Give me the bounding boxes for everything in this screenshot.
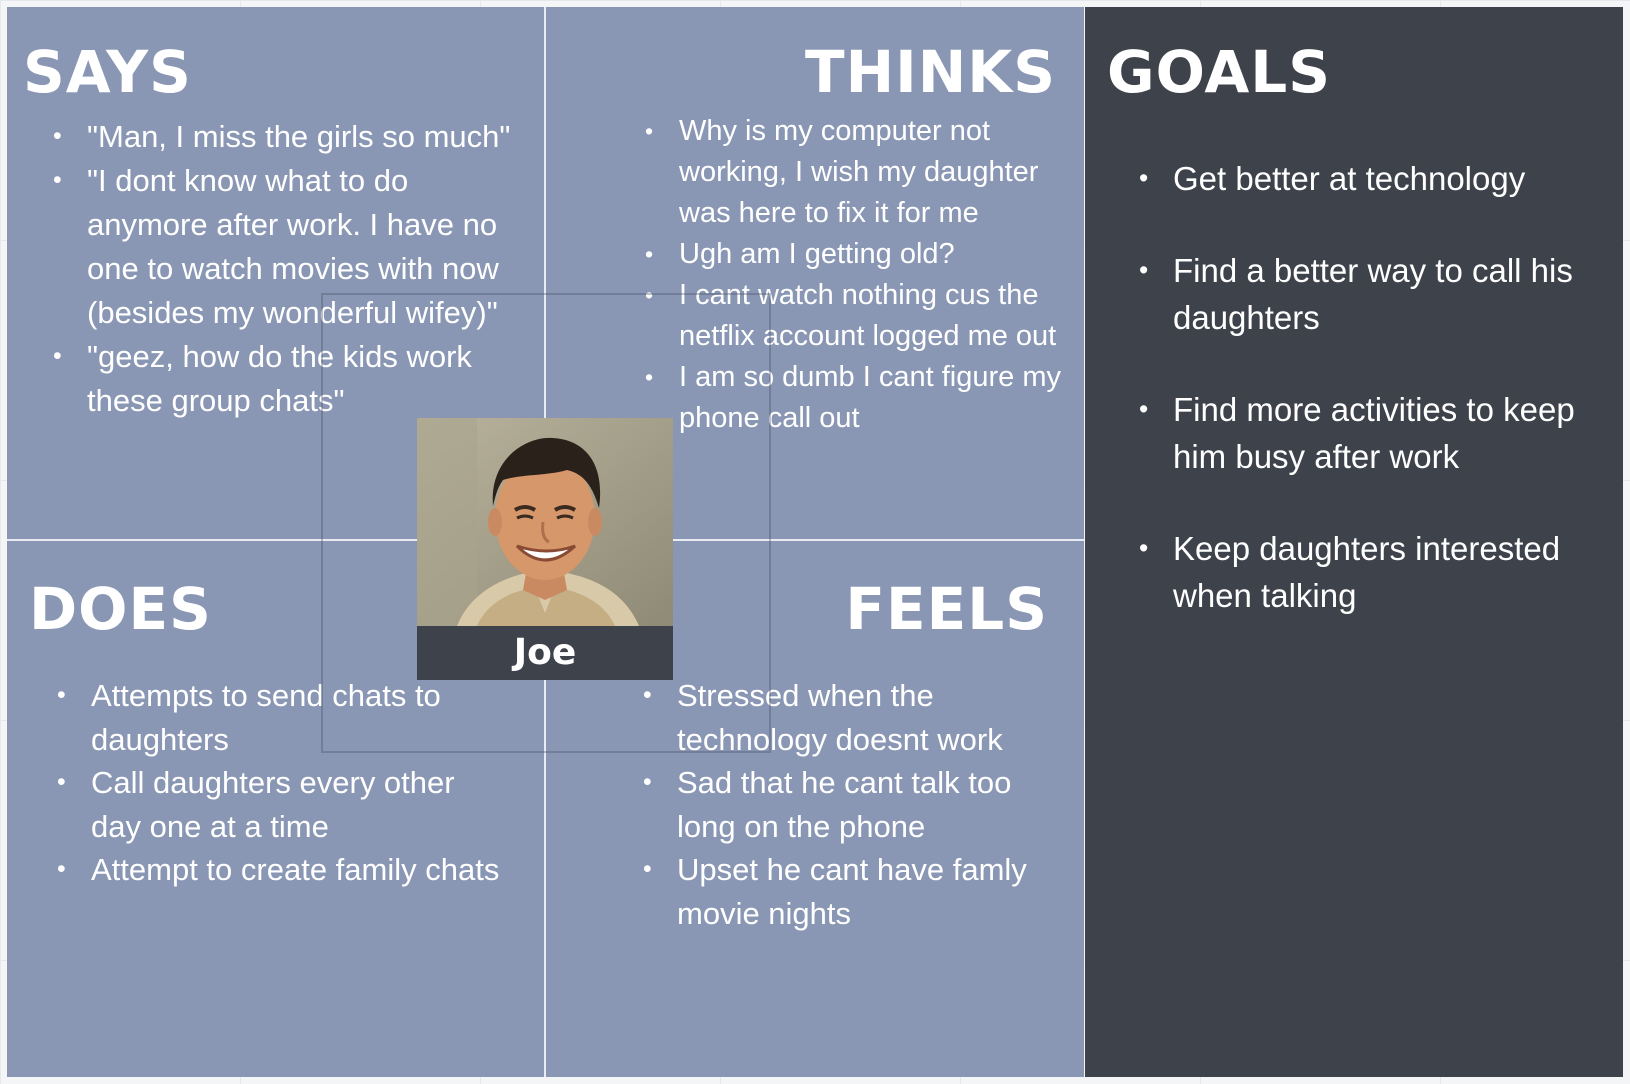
does-item: Attempts to send chats to daughters — [57, 674, 507, 761]
thinks-heading: THINKS — [805, 38, 1056, 106]
persona-name: Joe — [417, 626, 673, 680]
feels-item: Stressed when the technology doesnt work — [643, 674, 1063, 761]
says-item: "Man, I miss the girls so much" — [53, 115, 513, 159]
says-heading: SAYS — [23, 38, 192, 106]
says-item: "I dont know what to do anymore after wo… — [53, 159, 513, 335]
does-list: Attempts to send chats to daughters Call… — [57, 674, 507, 892]
thinks-item: Why is my computer not working, I wish m… — [645, 111, 1065, 234]
says-item: "geez, how do the kids work these group … — [53, 335, 513, 423]
feels-item: Sad that he cant talk too long on the ph… — [643, 761, 1063, 848]
persona-photo — [417, 418, 673, 626]
goals-item: Get better at technology — [1139, 155, 1609, 202]
thinks-list: Why is my computer not working, I wish m… — [645, 111, 1065, 439]
goals-item: Find more activities to keep him busy af… — [1139, 386, 1609, 480]
does-item: Attempt to create family chats — [57, 848, 507, 892]
thinks-item: Ugh am I getting old? — [645, 234, 1065, 275]
persona-card[interactable]: Joe — [417, 418, 673, 680]
does-item: Call daughters every other day one at a … — [57, 761, 507, 848]
does-heading: DOES — [29, 575, 212, 643]
feels-list: Stressed when the technology doesnt work… — [643, 674, 1063, 935]
goals-item: Keep daughters interested when talking — [1139, 525, 1609, 619]
empathy-map-board: SAYS "Man, I miss the girls so much" "I … — [7, 7, 1623, 1077]
feels-item: Upset he cant have famly movie nights — [643, 848, 1063, 935]
thinks-item: I cant watch nothing cus the netflix acc… — [645, 275, 1065, 357]
feels-heading: FEELS — [845, 575, 1048, 643]
goals-heading: GOALS — [1107, 38, 1331, 106]
goals-panel[interactable]: GOALS Get better at technology Find a be… — [1085, 7, 1623, 1077]
says-list: "Man, I miss the girls so much" "I dont … — [53, 115, 513, 423]
goals-list: Get better at technology Find a better w… — [1139, 155, 1609, 664]
goals-item: Find a better way to call his daughters — [1139, 247, 1609, 341]
thinks-item: I am so dumb I cant figure my phone call… — [645, 357, 1065, 439]
